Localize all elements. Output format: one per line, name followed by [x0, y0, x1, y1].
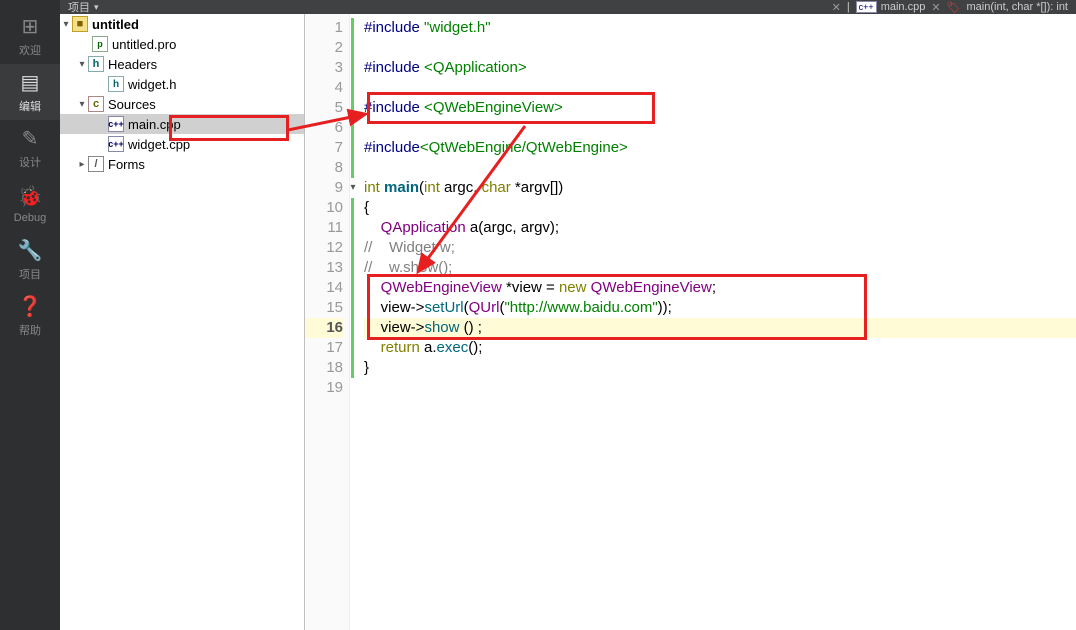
header-title: 项目: [68, 0, 90, 15]
nav-welcome[interactable]: ⊞欢迎: [0, 8, 60, 64]
chevron-down-icon: ▾: [60, 19, 72, 30]
wrench-icon: 🔧: [18, 238, 43, 263]
chevron-down-icon: ▾: [76, 99, 88, 110]
function-signature: main(int, char *[]): int: [967, 1, 1068, 13]
cpp-icon: c++: [856, 1, 877, 13]
bug-icon: 🐞: [18, 184, 43, 209]
sources-icon: c: [88, 96, 104, 112]
chevron-down-icon: ▾: [76, 59, 88, 70]
code-editor[interactable]: 12345678910111213141516171819 ▾ #include…: [305, 14, 1076, 630]
pro-file-icon: p: [92, 36, 108, 52]
nav-edit[interactable]: ▤编辑: [0, 64, 60, 120]
pencil-icon: ✎: [22, 126, 39, 151]
tree-root[interactable]: ▾■untitled: [60, 14, 304, 34]
tab-filename: main.cpp: [881, 1, 926, 13]
headers-icon: h: [88, 56, 104, 72]
fold-icon[interactable]: ▾: [348, 178, 358, 198]
project-icon: ■: [72, 16, 88, 32]
chevron-right-icon: ▸: [76, 159, 88, 170]
nav-debug[interactable]: 🐞Debug: [0, 176, 60, 232]
bookmark-icon[interactable]: 🏷: [947, 1, 961, 14]
code-area[interactable]: #include "widget.h" #include <QApplicati…: [358, 14, 1076, 630]
edit-icon: ▤: [21, 70, 40, 95]
nav-help[interactable]: ❓帮助: [0, 288, 60, 344]
close-tab-icon[interactable]: ✕: [931, 1, 940, 14]
marker-column: ▾: [350, 14, 358, 630]
tree-widget-cpp[interactable]: c++widget.cpp: [60, 134, 304, 154]
tree-headers[interactable]: ▾hHeaders: [60, 54, 304, 74]
line-gutter: 12345678910111213141516171819: [305, 14, 350, 630]
tree-main-cpp[interactable]: c++main.cpp: [60, 114, 304, 134]
nav-design[interactable]: ✎设计: [0, 120, 60, 176]
help-icon: ❓: [18, 294, 43, 319]
nav-sidebar: ⊞欢迎 ▤编辑 ✎设计 🐞Debug 🔧项目 ❓帮助: [0, 0, 60, 630]
cpp-file-icon: c++: [108, 116, 124, 132]
tree-pro-file[interactable]: puntitled.pro: [60, 34, 304, 54]
h-file-icon: h: [108, 76, 124, 92]
editor-tab[interactable]: c++ main.cpp: [856, 1, 926, 13]
header-bar: 项目 ▾ ✕ | c++ main.cpp ✕ 🏷 main(int, char…: [60, 0, 1076, 14]
forms-icon: /: [88, 156, 104, 172]
grid-icon: ⊞: [22, 14, 39, 39]
tree-forms[interactable]: ▸/Forms: [60, 154, 304, 174]
project-tree: ▾■untitled puntitled.pro ▾hHeaders hwidg…: [60, 14, 305, 630]
tree-sources[interactable]: ▾cSources: [60, 94, 304, 114]
tree-widget-h[interactable]: hwidget.h: [60, 74, 304, 94]
nav-project[interactable]: 🔧项目: [0, 232, 60, 288]
dropdown-icon[interactable]: ▾: [94, 2, 99, 13]
cpp-file-icon: c++: [108, 136, 124, 152]
close-icon[interactable]: ✕: [832, 1, 841, 14]
divider-icon: |: [847, 1, 850, 13]
